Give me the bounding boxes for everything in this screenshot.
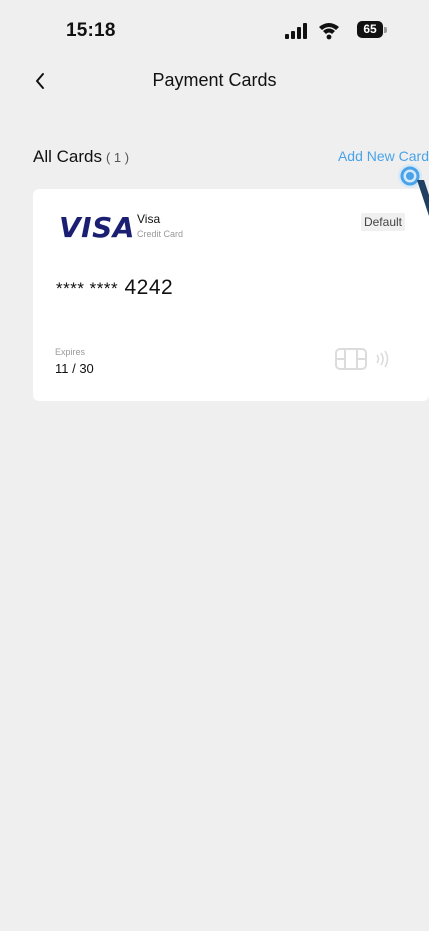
cellular-signal-icon bbox=[285, 23, 311, 39]
all-cards-title: All Cards bbox=[33, 147, 102, 166]
phone-screen: 15:18 65 Payment Cards All Cards (1) A… bbox=[0, 0, 429, 931]
tap-gesture-icon bbox=[398, 164, 429, 216]
payment-card[interactable]: VISA Visa Credit Card Default **** **** … bbox=[33, 189, 429, 401]
battery-cap bbox=[384, 27, 387, 33]
cards-section-header: All Cards( 1 ) Add New Card bbox=[33, 147, 429, 171]
card-chip-icon bbox=[335, 348, 367, 370]
visa-logo: VISA bbox=[59, 211, 135, 244]
wifi-icon bbox=[319, 23, 339, 40]
nav-bar: Payment Cards bbox=[0, 60, 429, 104]
card-brand: Visa bbox=[137, 212, 161, 226]
contactless-icon bbox=[376, 350, 389, 368]
card-number-last4: 4242 bbox=[124, 276, 174, 299]
battery-icon: 65 bbox=[357, 21, 383, 38]
expires-value: 11 / 30 bbox=[55, 361, 94, 376]
expires-label: Expires bbox=[55, 347, 86, 357]
card-number-mask: **** **** bbox=[56, 279, 119, 298]
card-type: Credit Card bbox=[137, 229, 184, 239]
cards-count: ( 1 ) bbox=[105, 150, 130, 165]
status-bar: 15:18 65 bbox=[0, 0, 429, 60]
page-title: Payment Cards bbox=[152, 70, 277, 90]
status-time: 15:18 bbox=[66, 20, 116, 41]
card-number: **** **** 4242 bbox=[56, 276, 173, 300]
